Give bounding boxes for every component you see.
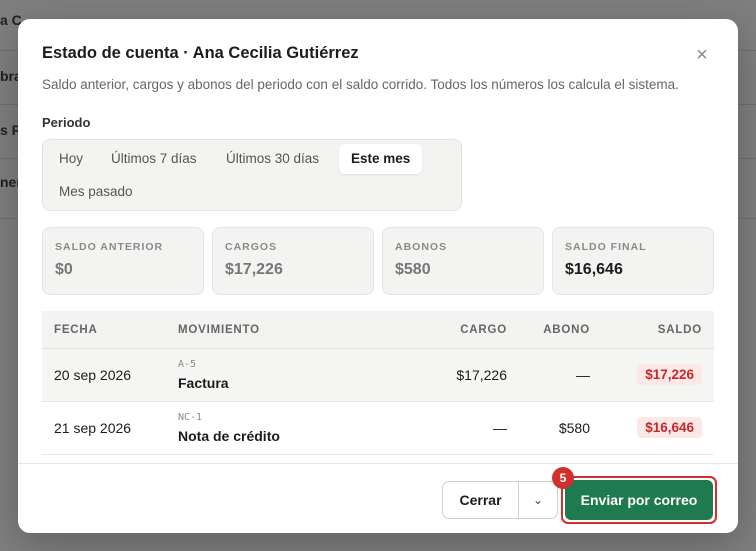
period-selector: Hoy Últimos 7 días Últimos 30 días Este … xyxy=(42,139,462,211)
period-label: Periodo xyxy=(42,115,91,130)
close-button[interactable]: Cerrar xyxy=(443,482,519,518)
close-icon[interactable]: × xyxy=(692,45,712,66)
cell-abono: — xyxy=(576,367,590,383)
table-header: FECHA MOVIMIENTO CARGO ABONO SALDO xyxy=(42,311,714,349)
send-email-button[interactable]: Enviar por correo xyxy=(565,480,713,520)
stat-label: ABONOS xyxy=(395,241,448,253)
stat-cargos: CARGOS $17,226 xyxy=(212,227,374,295)
stat-value: $16,646 xyxy=(565,261,623,278)
dialog-title: Estado de cuenta · Ana Cecilia Gutiérrez xyxy=(42,44,359,62)
cell-cargo: $17,226 xyxy=(456,367,507,383)
stat-value: $580 xyxy=(395,261,431,278)
period-option-30-dias[interactable]: Últimos 30 días xyxy=(214,144,331,174)
movements-table: FECHA MOVIMIENTO CARGO ABONO SALDO 20 se… xyxy=(42,311,714,455)
stat-label: CARGOS xyxy=(225,241,278,253)
cell-abono: $580 xyxy=(558,420,590,436)
cell-fecha: 20 sep 2026 xyxy=(54,367,132,383)
close-split-button: Cerrar ⌄ xyxy=(442,481,558,519)
period-option-7-dias[interactable]: Últimos 7 días xyxy=(99,144,209,174)
table-row[interactable]: 21 sep 2026 NC-1 Nota de crédito — $580 … xyxy=(42,402,714,455)
dialog-footer: Cerrar ⌄ Enviar por correo 5 xyxy=(18,463,738,533)
stat-value: $17,226 xyxy=(225,261,283,278)
balance-badge: $17,226 xyxy=(637,364,702,385)
stat-label: SALDO ANTERIOR xyxy=(55,241,164,253)
stat-abonos: ABONOS $580 xyxy=(382,227,544,295)
period-option-este-mes[interactable]: Este mes xyxy=(339,144,423,174)
column-header-movimiento: MOVIMIENTO xyxy=(178,324,260,336)
column-header-saldo: SALDO xyxy=(657,324,702,336)
period-option-hoy[interactable]: Hoy xyxy=(47,144,95,174)
cell-cargo: — xyxy=(493,420,507,436)
step-badge: 5 xyxy=(552,467,574,489)
cell-ref: NC-1 xyxy=(178,412,203,423)
table-row[interactable]: 20 sep 2026 A-5 Factura $17,226 — $17,22… xyxy=(42,349,714,402)
column-header-fecha: FECHA xyxy=(54,324,98,336)
account-statement-dialog: Estado de cuenta · Ana Cecilia Gutiérrez… xyxy=(18,19,738,533)
dialog-description: Saldo anterior, cargos y abonos del peri… xyxy=(42,77,679,92)
stat-saldo-anterior: SALDO ANTERIOR $0 xyxy=(42,227,204,295)
dialog-header: Estado de cuenta · Ana Cecilia Gutiérrez… xyxy=(42,44,718,66)
balance-badge: $16,646 xyxy=(637,417,702,438)
cell-fecha: 21 sep 2026 xyxy=(54,420,132,436)
stat-label: SALDO FINAL xyxy=(565,241,647,253)
column-header-abono: ABONO xyxy=(543,324,590,336)
stat-value: $0 xyxy=(55,261,73,278)
period-option-mes-pasado[interactable]: Mes pasado xyxy=(47,177,145,207)
column-header-cargo: CARGO xyxy=(460,324,507,336)
cell-ref: A-5 xyxy=(178,359,197,370)
cell-movimiento: Nota de crédito xyxy=(178,428,280,444)
stat-saldo-final: SALDO FINAL $16,646 xyxy=(552,227,714,295)
cell-movimiento: Factura xyxy=(178,375,229,391)
chevron-down-icon[interactable]: ⌄ xyxy=(519,482,557,518)
